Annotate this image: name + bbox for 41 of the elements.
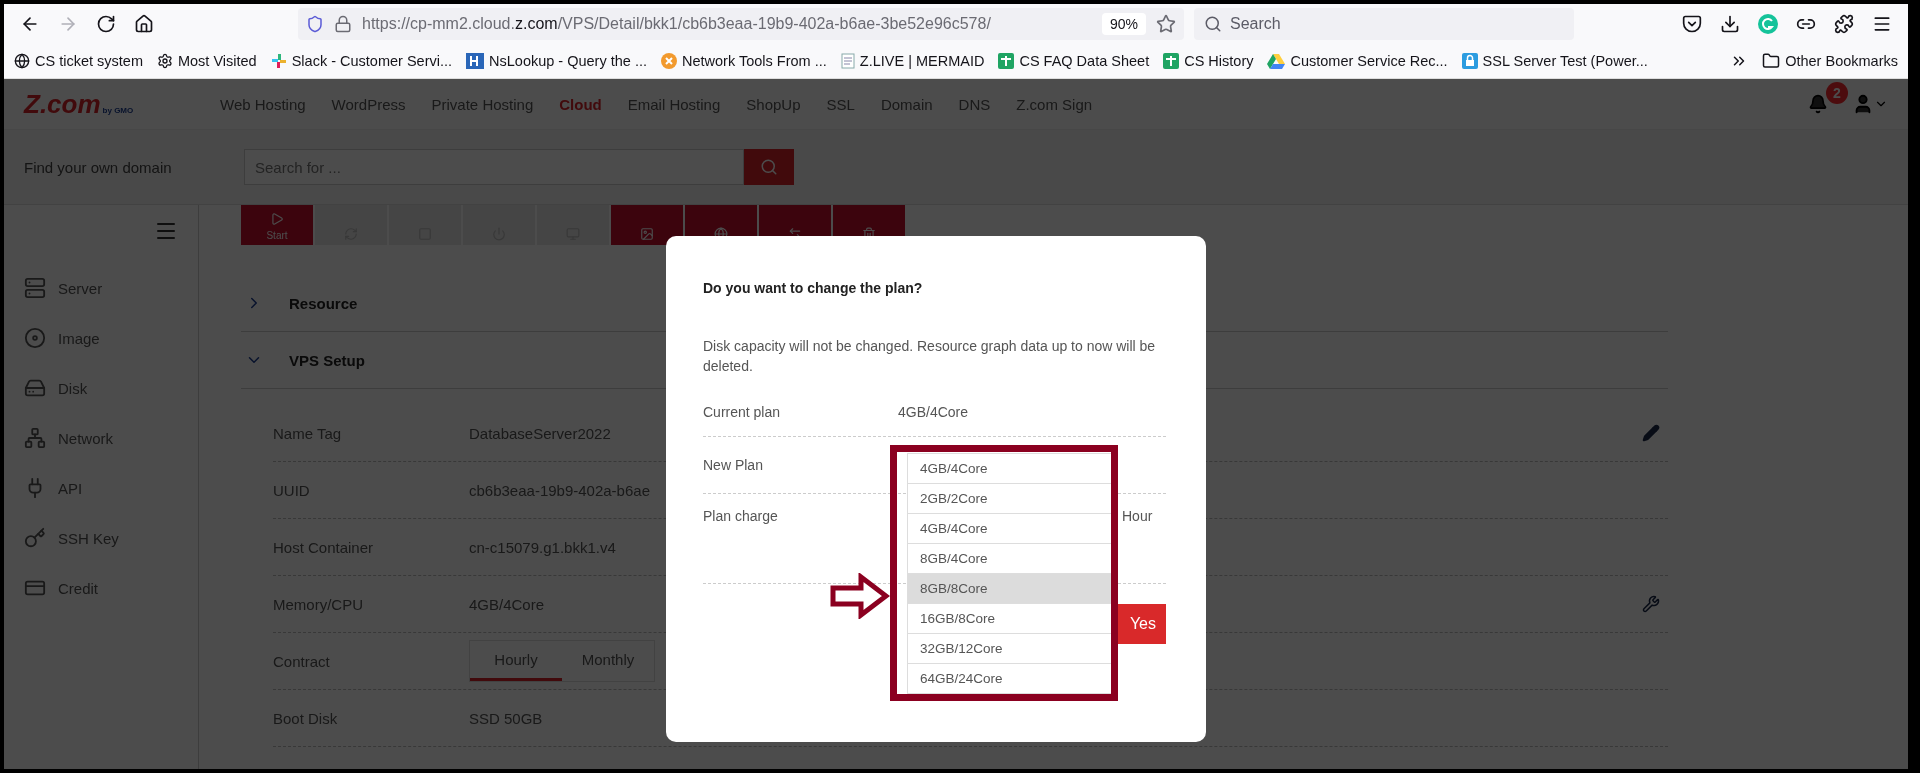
lock-icon bbox=[334, 15, 352, 33]
plan-option[interactable]: 8GB/8Core bbox=[908, 574, 1112, 604]
app-icon bbox=[270, 53, 287, 69]
bookmark[interactable]: Slack - Customer Servi... bbox=[270, 53, 453, 69]
lock-icon bbox=[1461, 53, 1478, 69]
gear-icon bbox=[156, 53, 173, 69]
bookmark[interactable]: SSL Server Test (Power... bbox=[1461, 53, 1648, 69]
field-label: Plan charge bbox=[703, 508, 779, 524]
bookmark[interactable]: CS FAQ Data Sheet bbox=[998, 53, 1150, 69]
field-value: 4GB/4Core bbox=[898, 404, 969, 420]
bookmark[interactable]: Z.LIVE | MERMAID bbox=[840, 53, 985, 69]
field-label: New Plan bbox=[703, 457, 764, 473]
dialog-message: Disk capacity will not be changed. Resource graph data up to now will be deleted. bbox=[703, 337, 1157, 376]
home-icon bbox=[134, 14, 154, 34]
bookmark[interactable]: NsLookup - Query the ... bbox=[466, 53, 647, 69]
dialog-title: Do you want to change the plan? bbox=[703, 280, 924, 296]
address-bar[interactable]: https://cp-mm2.cloud.z.com/VPS/Detail/bkk1/cb6b3eaa-19b9-402a-b6ae-3be52e96c578/ 90% bbox=[298, 8, 1184, 40]
spreadsheet-icon bbox=[1163, 53, 1180, 69]
bookmark[interactable]: CS ticket system bbox=[14, 53, 143, 69]
drive-icon bbox=[1267, 53, 1286, 69]
app-icon bbox=[661, 53, 677, 69]
app-icon bbox=[466, 53, 485, 69]
search-field[interactable]: Search bbox=[1194, 8, 1574, 40]
bookmark[interactable]: Most Visited bbox=[156, 53, 257, 69]
bookmark[interactable]: CS History bbox=[1163, 53, 1254, 69]
bookmark[interactable]: Network Tools From ... bbox=[661, 53, 827, 69]
search-icon bbox=[1204, 15, 1222, 33]
field-label: Current plan bbox=[703, 404, 782, 420]
folder-icon bbox=[1762, 52, 1781, 70]
document-icon bbox=[840, 53, 855, 69]
star-icon[interactable] bbox=[1156, 14, 1176, 34]
bookmark[interactable]: Customer Service Rec... bbox=[1267, 53, 1448, 69]
url-text: https://cp-mm2.cloud.z.com/VPS/Detail/bkk1/cb6b3eaa-19b9-402a-b6ae-3be52e96c578/ bbox=[362, 15, 992, 33]
field-value: Hour bbox=[1122, 508, 1153, 524]
globe-icon bbox=[14, 53, 30, 69]
bookmark-folder[interactable]: Other Bookmarks bbox=[1762, 52, 1898, 70]
spreadsheet-icon bbox=[998, 53, 1015, 69]
reload-icon bbox=[96, 14, 116, 34]
shield-icon bbox=[306, 15, 324, 33]
arrow-icon bbox=[830, 573, 890, 619]
zoom-level[interactable]: 90% bbox=[1101, 13, 1146, 35]
